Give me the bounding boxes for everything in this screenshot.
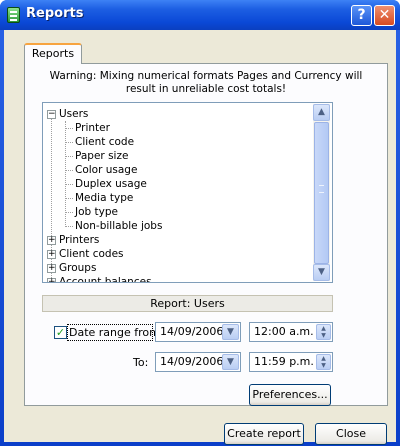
spin-arrows-icon: ▲ ▼ (321, 325, 326, 339)
help-button[interactable]: ? (351, 5, 372, 26)
tree-connector (66, 184, 73, 185)
tree-connector (66, 142, 73, 143)
tree-node-users[interactable]: Users (59, 107, 88, 121)
expand-icon[interactable]: + (47, 250, 56, 259)
expand-icon[interactable]: + (47, 264, 56, 273)
window-title: Reports (26, 6, 84, 21)
chevron-down-icon: ▼ (227, 357, 234, 367)
tab-reports[interactable]: Reports (24, 43, 82, 64)
close-button[interactable]: Close (315, 423, 387, 445)
from-time-spinner[interactable]: ▲ ▼ (316, 324, 331, 340)
to-date-dropdown[interactable]: ▼ (222, 354, 239, 370)
scroll-thumb[interactable] (314, 122, 329, 264)
tree-leaf-client-code[interactable]: Client code (75, 135, 134, 149)
report-status: Report: Users (42, 295, 333, 312)
tree-leaf-paper-size[interactable]: Paper size (75, 149, 128, 163)
warning-line-2: result in unreliable cost totals! (125, 83, 287, 95)
tree-node-printers[interactable]: Printers (59, 233, 99, 247)
date-range-label[interactable]: Date range from: (69, 326, 164, 339)
tree-connector (66, 226, 73, 227)
title-bar[interactable]: Reports ? ✕ (0, 0, 400, 30)
tree-leaf-media-type[interactable]: Media type (75, 191, 133, 205)
tree-connector (66, 212, 73, 213)
chevron-down-icon: ▼ (318, 267, 325, 277)
expand-icon[interactable]: + (47, 236, 56, 245)
to-label: To: (133, 356, 149, 369)
close-icon: ✕ (378, 7, 391, 23)
mixed-format-warning: Warning: Mixing numerical formats Pages … (30, 70, 382, 96)
to-time-spinner[interactable]: ▲ ▼ (316, 354, 331, 370)
from-date-value: 14/09/2006 (160, 325, 224, 338)
tree-connector (66, 198, 73, 199)
tree-connector (66, 170, 73, 171)
warning-line-1: Warning: Mixing numerical formats Pages … (49, 70, 363, 82)
tree-leaf-job-type[interactable]: Job type (75, 205, 118, 219)
collapse-icon[interactable]: − (47, 110, 56, 119)
tree-leaf-duplex-usage[interactable]: Duplex usage (75, 177, 147, 191)
checkmark-icon: ✓ (55, 326, 66, 339)
expand-icon[interactable]: + (47, 278, 56, 282)
spin-arrows-icon: ▲ ▼ (321, 355, 326, 369)
tree-leaf-printer[interactable]: Printer (75, 121, 110, 135)
tree-node-client-codes[interactable]: Client codes (59, 247, 124, 261)
chevron-up-icon: ▲ (318, 107, 325, 117)
to-time-value: 11:59 p.m. (254, 355, 314, 368)
create-report-button[interactable]: Create report (224, 423, 304, 445)
window-close-button[interactable]: ✕ (374, 5, 395, 26)
date-range-checkbox[interactable]: ✓ (54, 326, 67, 339)
report-tree[interactable]: − Users Printer Client code Paper size C… (42, 102, 333, 283)
tree-connector (66, 128, 73, 129)
question-icon: ? (357, 7, 366, 23)
tree-leaf-color-usage[interactable]: Color usage (75, 163, 137, 177)
grip-icon (319, 185, 324, 193)
tree-node-account-balances[interactable]: Account balances (59, 275, 152, 282)
from-time-value: 12:00 a.m. (254, 325, 314, 338)
tree-connector (66, 156, 73, 157)
chevron-down-icon: ▼ (227, 327, 234, 337)
scroll-down-button[interactable]: ▼ (313, 264, 330, 281)
tree-leaf-non-billable-jobs[interactable]: Non-billable jobs (75, 219, 162, 233)
to-date-value: 14/09/2006 (160, 355, 224, 368)
preferences-button[interactable]: Preferences... (249, 384, 331, 406)
report-app-icon (7, 7, 20, 23)
tree-node-groups[interactable]: Groups (59, 261, 96, 275)
scroll-up-button[interactable]: ▲ (313, 104, 330, 121)
from-date-dropdown[interactable]: ▼ (222, 324, 239, 340)
